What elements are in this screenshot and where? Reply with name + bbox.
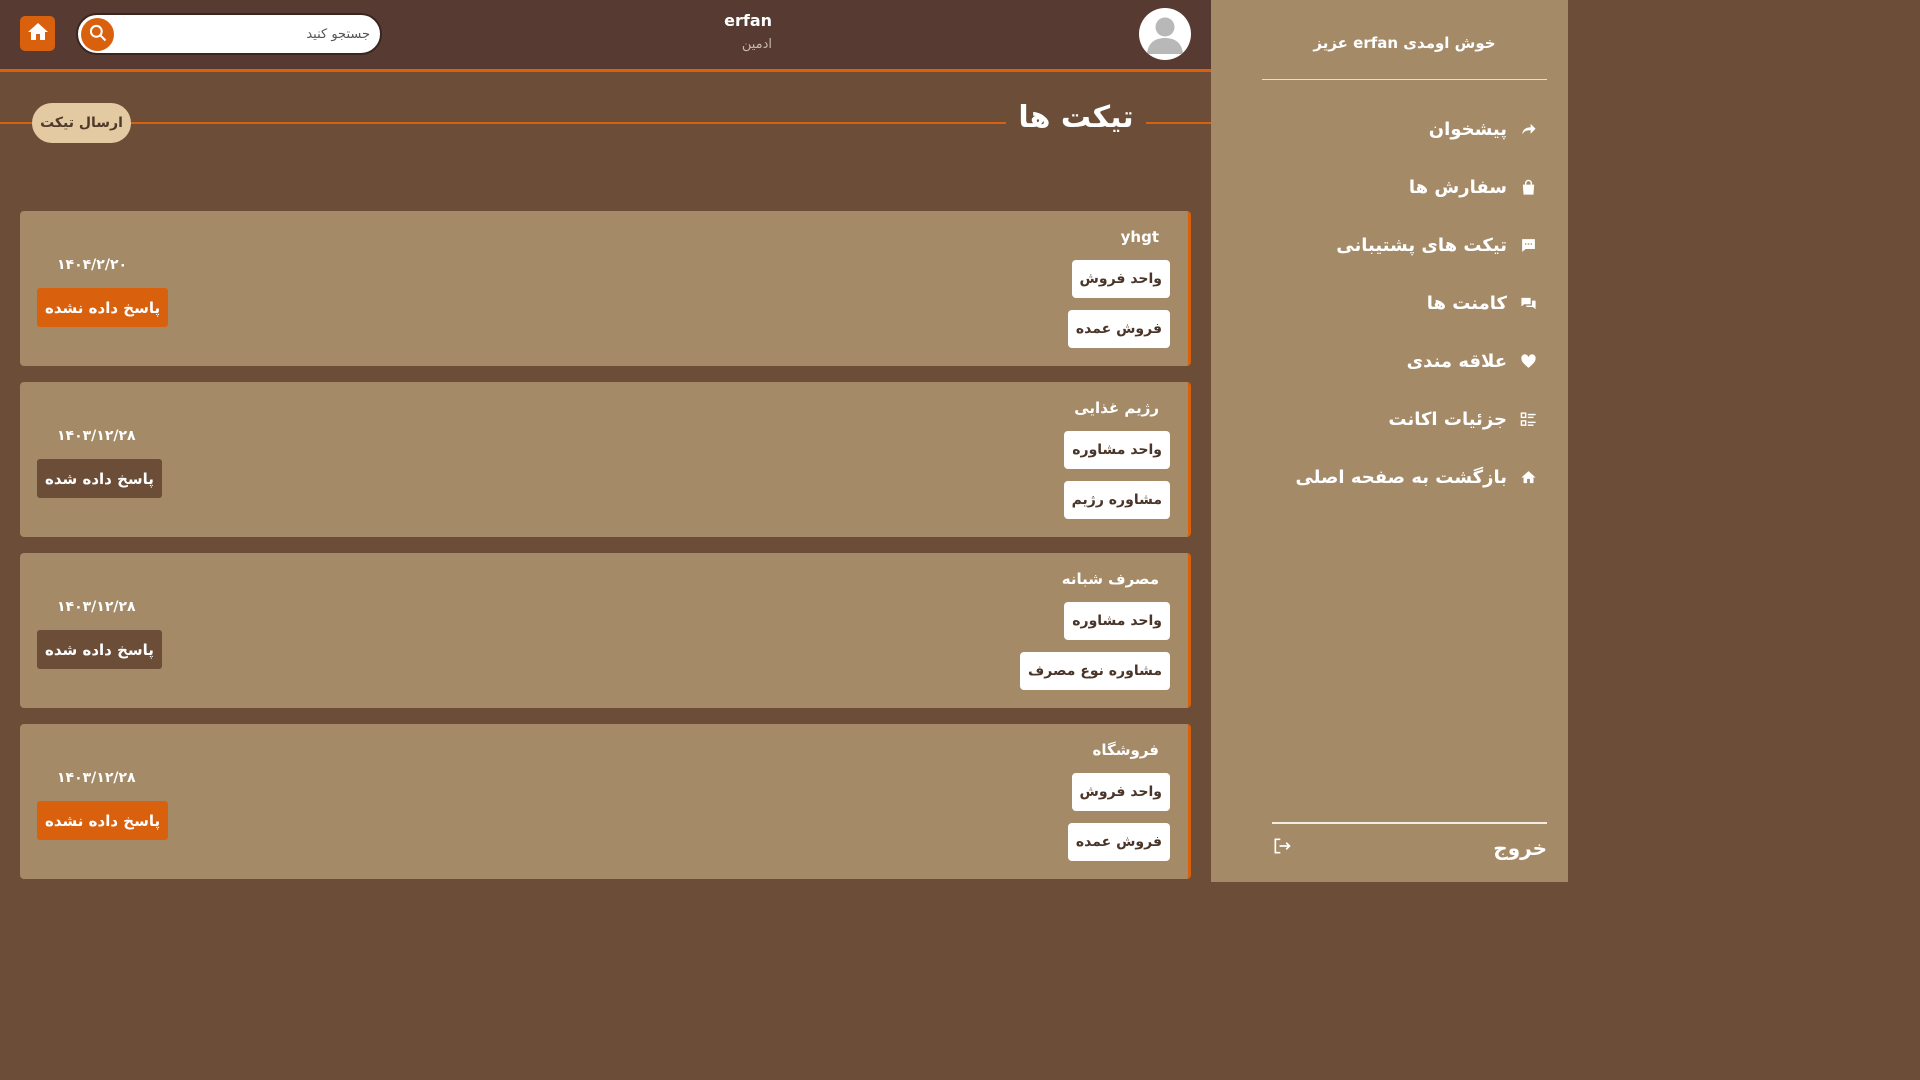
ticket-date: ۱۴۰۳/۱۲/۲۸ [57, 599, 136, 615]
logout-button[interactable]: خروج [1272, 830, 1547, 866]
sidebar-item-dashboard[interactable]: پیشخوان [1238, 100, 1538, 158]
status-badge: پاسخ داده شده [37, 630, 162, 669]
ticket-date: ۱۴۰۴/۲/۲۰ [57, 257, 128, 273]
ticket-card[interactable]: رژیم غذایی واحد مشاوره مشاوره رژیم ۱۴۰۳/۱۲/… [20, 382, 1191, 537]
ticket-department-tag: واحد فروش [1071, 773, 1170, 811]
sidebar-divider [1262, 79, 1547, 80]
ticket-topic-tag: مشاوره نوع مصرف [1020, 652, 1170, 690]
sidebar-item-account-details[interactable]: جزئیات اکانت [1238, 390, 1538, 448]
sidebar-item-label: علاقه مندی [1406, 350, 1507, 372]
welcome-message: خوش اومدی erfan عزیز [1313, 34, 1496, 52]
status-badge: پاسخ داده نشده [37, 801, 169, 840]
home-icon [1518, 467, 1538, 487]
ticket-title: مصرف شبانه [1061, 570, 1159, 588]
logout-divider [1272, 822, 1547, 824]
search-input[interactable] [120, 15, 370, 53]
ticket-card[interactable]: مصرف شبانه واحد مشاوره مشاوره نوع مصرف ۱۴۰۳… [20, 553, 1191, 708]
top-bar: erfan ادمین [0, 0, 1211, 72]
list-details-icon [1518, 409, 1538, 429]
status-badge: پاسخ داده شده [37, 459, 162, 498]
sidebar-item-label: جزئیات اکانت [1388, 408, 1507, 430]
sidebar-item-label: بازگشت به صفحه اصلی [1295, 466, 1507, 488]
sidebar-item-back-home[interactable]: بازگشت به صفحه اصلی [1238, 448, 1538, 506]
home-button[interactable] [20, 16, 55, 51]
user-avatar-icon [1147, 17, 1183, 54]
ticket-card[interactable]: فروشگاه واحد فروش فروش عمده ۱۴۰۳/۱۲/۲۸ پاسخ … [20, 724, 1191, 879]
logout-label: خروج [1493, 836, 1547, 860]
ticket-topic-tag: فروش عمده [1067, 823, 1170, 861]
search-box [76, 13, 382, 55]
sidebar-nav: پیشخوان سفارش ها تیکت های پشتیبانی کامنت… [1238, 100, 1538, 506]
sidebar-item-support-tickets[interactable]: تیکت های پشتیبانی [1238, 216, 1538, 274]
ticket-title: yhgt [1120, 228, 1159, 246]
logout-icon [1272, 836, 1292, 860]
sidebar-item-label: کامنت ها [1426, 292, 1507, 314]
ticket-topic-tag: فروش عمده [1067, 310, 1170, 348]
status-badge: پاسخ داده نشده [37, 288, 169, 327]
sidebar-item-favorites[interactable]: علاقه مندی [1238, 332, 1538, 390]
ticket-date: ۱۴۰۳/۱۲/۲۸ [57, 428, 136, 444]
sidebar-item-comments[interactable]: کامنت ها [1238, 274, 1538, 332]
return-arrow-icon [1518, 119, 1538, 139]
ticket-topic-tag: مشاوره رژیم [1063, 481, 1170, 519]
sidebar-item-label: تیکت های پشتیبانی [1336, 234, 1507, 256]
sidebar-item-orders[interactable]: سفارش ها [1238, 158, 1538, 216]
search-button[interactable] [81, 18, 114, 51]
ticket-date: ۱۴۰۳/۱۲/۲۸ [57, 770, 136, 786]
ticket-list: yhgt واحد فروش فروش عمده ۱۴۰۴/۲/۲۰ پاسخ داده… [20, 211, 1191, 895]
comments-icon [1518, 293, 1538, 313]
ticket-department-tag: واحد مشاوره [1064, 431, 1170, 469]
ticket-card[interactable]: yhgt واحد فروش فروش عمده ۱۴۰۴/۲/۲۰ پاسخ داده… [20, 211, 1191, 366]
ticket-department-tag: واحد فروش [1071, 260, 1170, 298]
shopping-bag-icon [1518, 177, 1538, 197]
home-icon [26, 20, 50, 48]
user-name: erfan [724, 11, 772, 30]
user-role: ادمین [741, 37, 772, 52]
ticket-title: رژیم غذایی [1074, 399, 1159, 417]
heart-icon [1518, 351, 1538, 371]
send-ticket-button[interactable]: ارسال تیکت [32, 103, 131, 143]
sidebar-item-label: سفارش ها [1408, 176, 1507, 198]
ticket-department-tag: واحد مشاوره [1064, 602, 1170, 640]
chat-icon [1518, 235, 1538, 255]
header-divider-right [1146, 122, 1211, 124]
header-divider-left [0, 122, 1006, 124]
search-icon [88, 23, 108, 47]
avatar[interactable] [1139, 8, 1191, 60]
sidebar: خوش اومدی erfan عزیز پیشخوان سفارش ها تی… [1211, 0, 1568, 882]
ticket-title: فروشگاه [1092, 741, 1159, 759]
sidebar-item-label: پیشخوان [1428, 118, 1507, 140]
page-title: تیکت ها [1018, 100, 1134, 135]
